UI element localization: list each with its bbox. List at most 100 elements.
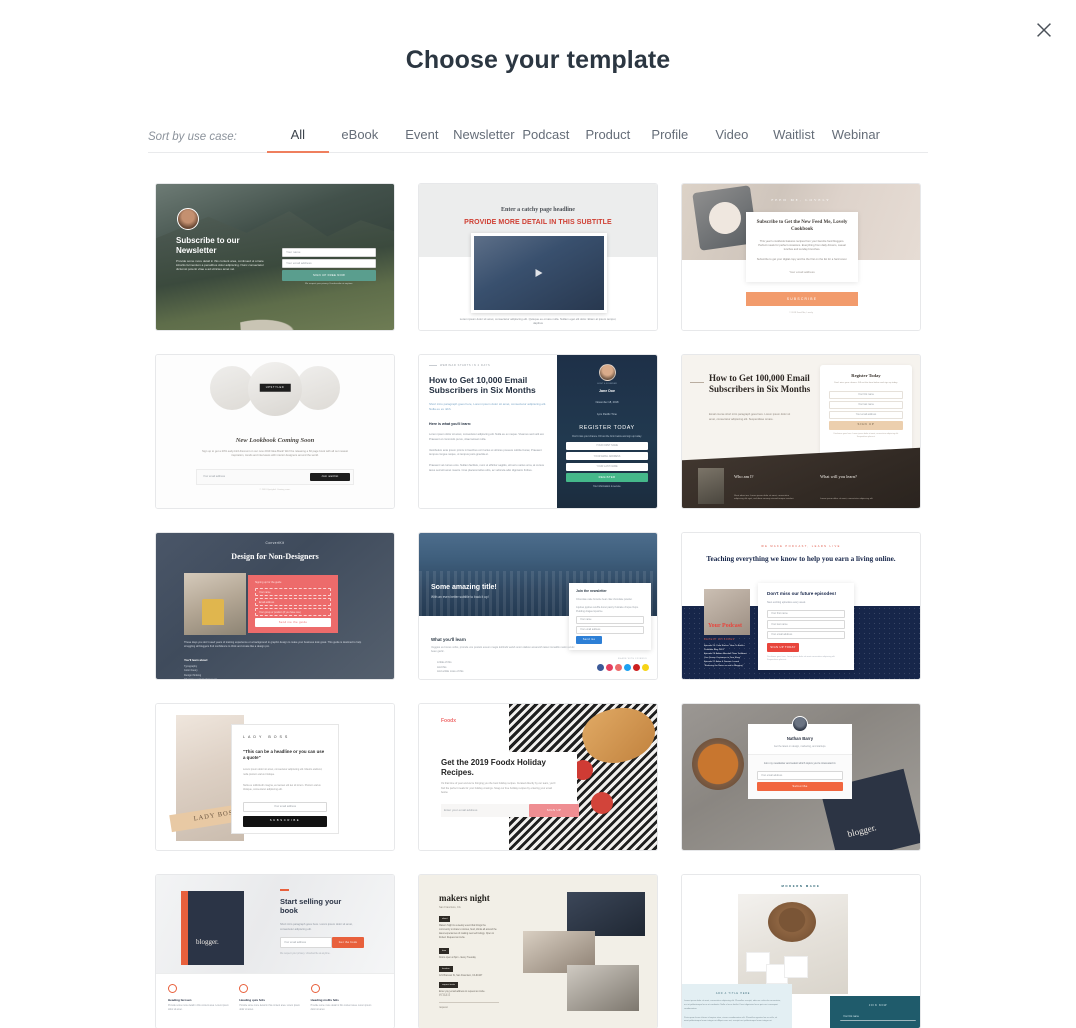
- name-field[interactable]: Your name: [282, 248, 376, 257]
- template-card-webinar-10000[interactable]: WEBINAR STARTS IN 2 DAYS How to Get 10,0…: [418, 354, 658, 509]
- form-title: Register Today: [851, 373, 881, 378]
- tab-all[interactable]: All: [266, 127, 329, 153]
- feature-title: Heading mollis felis: [310, 997, 339, 1002]
- tab-video[interactable]: Video: [701, 127, 763, 153]
- tab-webinar[interactable]: Webinar: [825, 127, 887, 153]
- first-name-field[interactable]: YOUR FIRST NAME: [566, 441, 648, 450]
- signup-button[interactable]: SIGN UP TODAY: [767, 643, 799, 653]
- join-waitlist-button[interactable]: Join waitlist: [310, 473, 350, 481]
- page-title: Choose your template: [405, 46, 671, 74]
- signup-button[interactable]: SIGN UP: [529, 804, 579, 817]
- video-embed[interactable]: [471, 233, 607, 313]
- email-field[interactable]: Your email address: [280, 937, 332, 948]
- email-field[interactable]: Your email address: [243, 801, 327, 812]
- template-card-catchy-video[interactable]: Enter a catchy page headline PROVIDE MOR…: [418, 183, 658, 331]
- email-field[interactable]: Your email address: [757, 771, 843, 781]
- gallery-image-3: [296, 366, 340, 410]
- email-field[interactable]: Email address: [255, 598, 331, 607]
- template-card-makers-night[interactable]: makers night San Francisco, CA about Mak…: [418, 874, 658, 1028]
- twitter-icon[interactable]: [624, 664, 631, 671]
- template-card-feed-me-lovely[interactable]: FEED ME, LOVELY Subscribe to Get the New…: [681, 183, 921, 331]
- list-item[interactable]: Episode 24: Colin Rocker "How To Build a…: [704, 645, 748, 653]
- tab-ebook[interactable]: eBook: [329, 127, 391, 153]
- email-field[interactable]: Your email address: [576, 625, 644, 634]
- tab-podcast[interactable]: Podcast: [515, 127, 577, 153]
- name-field[interactable]: Your name: [255, 588, 331, 597]
- template-card-foodx-recipes[interactable]: Foodx Get the 2019 Foodx Holiday Recipes…: [418, 703, 658, 851]
- register-button[interactable]: REGISTER: [566, 473, 648, 483]
- feature-2: Heading quis felis Provide some more det…: [239, 983, 310, 1018]
- signup-button[interactable]: SIGN UP: [829, 420, 903, 430]
- kicker: WE MAKE PODCAST, LEARN LIVE: [761, 545, 841, 548]
- section-tag-request: request invite: [439, 982, 459, 988]
- email-field[interactable]: Enter your email address: [441, 804, 529, 817]
- tab-product[interactable]: Product: [577, 127, 639, 153]
- request-button[interactable]: request: [439, 1006, 448, 1010]
- template-card-modern-made[interactable]: MODERN MADE ADD A TITLE HERE Lorem ipsum…: [681, 874, 921, 1028]
- template-card-lookbook-waitlist[interactable]: New Lookbook Coming Soon Sign up to get …: [155, 354, 395, 509]
- book-mockup: [181, 891, 244, 965]
- content-block: ADD A TITLE HERE Lorem ipsum dolor sit a…: [682, 984, 792, 1028]
- last-name-field[interactable]: Your last name: [829, 400, 903, 409]
- tab-event[interactable]: Event: [391, 127, 453, 153]
- card-body-2: Jujubes jujubes soufflé donut pastry fru…: [576, 605, 639, 613]
- email-field[interactable]: Your email address: [200, 473, 310, 480]
- tab-newsletter[interactable]: Newsletter: [453, 127, 515, 153]
- email-field[interactable]: YOUR EMAIL ADDRESS: [566, 452, 648, 461]
- subscribe-button[interactable]: SUBSCRIBE: [746, 292, 858, 306]
- email-field[interactable]: Your email address: [756, 270, 848, 278]
- template-body: Short intro paragraph goes here. Lorem i…: [280, 923, 353, 931]
- card-title: Join the newsletter: [576, 589, 607, 593]
- tab-profile[interactable]: Profile: [639, 127, 701, 153]
- target-icon: [239, 983, 249, 993]
- snapchat-icon[interactable]: [642, 664, 649, 671]
- episode-list: Episode 24: Colin Rocker "How To Build a…: [704, 645, 748, 669]
- get-book-button[interactable]: Get the book: [332, 937, 364, 948]
- template-grid: Subscribe to our Newsletter Provide some…: [153, 183, 923, 1028]
- last-name-field[interactable]: YOUR LAST NAME: [566, 462, 648, 471]
- template-card-lady-boss[interactable]: LADY BOSS "This can be a headline or you…: [155, 703, 395, 851]
- template-intro: Short intro paragraph goes here, Lorem i…: [429, 402, 547, 412]
- list-item[interactable]: Episode 23: Adrian Marshall "How To Attr…: [704, 653, 748, 661]
- first-name-field[interactable]: Your first name: [829, 390, 903, 399]
- event-photo-3: [567, 965, 639, 1011]
- tab-waitlist[interactable]: Waitlist: [763, 127, 825, 153]
- podcast-cover: [704, 589, 750, 635]
- role-select[interactable]: Your group or position (if you have one): [255, 608, 331, 617]
- coffee-photo: [692, 738, 744, 790]
- template-headline: makers night: [439, 893, 490, 903]
- section-body-about: Makers Night is a weekly event that brin…: [439, 925, 497, 940]
- template-card-podcast-teaching[interactable]: WE MAKE PODCAST, LEARN LIVE Teaching eve…: [681, 532, 921, 680]
- template-headline: Enter a catchy page headline: [501, 207, 575, 213]
- subscribe-button[interactable]: Subscribe: [757, 782, 843, 792]
- youtube-icon[interactable]: [633, 664, 640, 671]
- send-guide-button[interactable]: Send me the guide: [255, 618, 331, 628]
- email-field[interactable]: Your email address: [767, 630, 845, 640]
- signup-button[interactable]: SIGN UP FREE NOW: [282, 270, 376, 281]
- signup-form: Enter your email address SIGN UP: [441, 804, 579, 817]
- close-modal-button[interactable]: [1026, 12, 1062, 48]
- template-card-subscribers-100000[interactable]: How to Get 100,000 Email Subscribers in …: [681, 354, 921, 509]
- email-field[interactable]: email: [439, 993, 499, 1003]
- name-field[interactable]: Your name: [576, 615, 644, 624]
- instagram-icon[interactable]: [606, 664, 613, 671]
- template-card-design-non-designers[interactable]: ConvertKit Design for Non-Designers Sign…: [155, 532, 395, 680]
- email-field[interactable]: Your email address: [829, 410, 903, 419]
- facebook-icon[interactable]: [597, 664, 604, 671]
- template-card-amazing-title-city[interactable]: Some amazing title! With an even better …: [418, 532, 658, 680]
- webinar-time: 1pm Pacific Time: [597, 413, 617, 417]
- subscribe-button[interactable]: SUBSCRIBE: [243, 815, 327, 827]
- template-card-mountain-newsletter[interactable]: Subscribe to our Newsletter Provide some…: [155, 183, 395, 331]
- template-intro: Email course short intro paragraph goes …: [709, 413, 791, 421]
- template-card-start-selling-book[interactable]: Start selling your book Short intro para…: [155, 874, 395, 1028]
- kicker: WEBINAR STARTS IN 2 DAYS: [429, 364, 547, 368]
- social-icons[interactable]: [597, 664, 649, 671]
- send-button[interactable]: Send me: [576, 635, 602, 644]
- email-field[interactable]: Your email address: [282, 259, 376, 268]
- list-item[interactable]: Episode 22: Adou & Dominic Lazard "Reduc…: [704, 661, 748, 669]
- dribbble-icon[interactable]: [615, 664, 622, 671]
- template-card-nathan-barry-profile[interactable]: Nathan Barry Get the latest on design, m…: [681, 703, 921, 851]
- last-name-field[interactable]: Your last name: [767, 620, 845, 629]
- first-name-field[interactable]: Your first name: [840, 1013, 916, 1022]
- first-name-field[interactable]: Your first name: [767, 609, 845, 619]
